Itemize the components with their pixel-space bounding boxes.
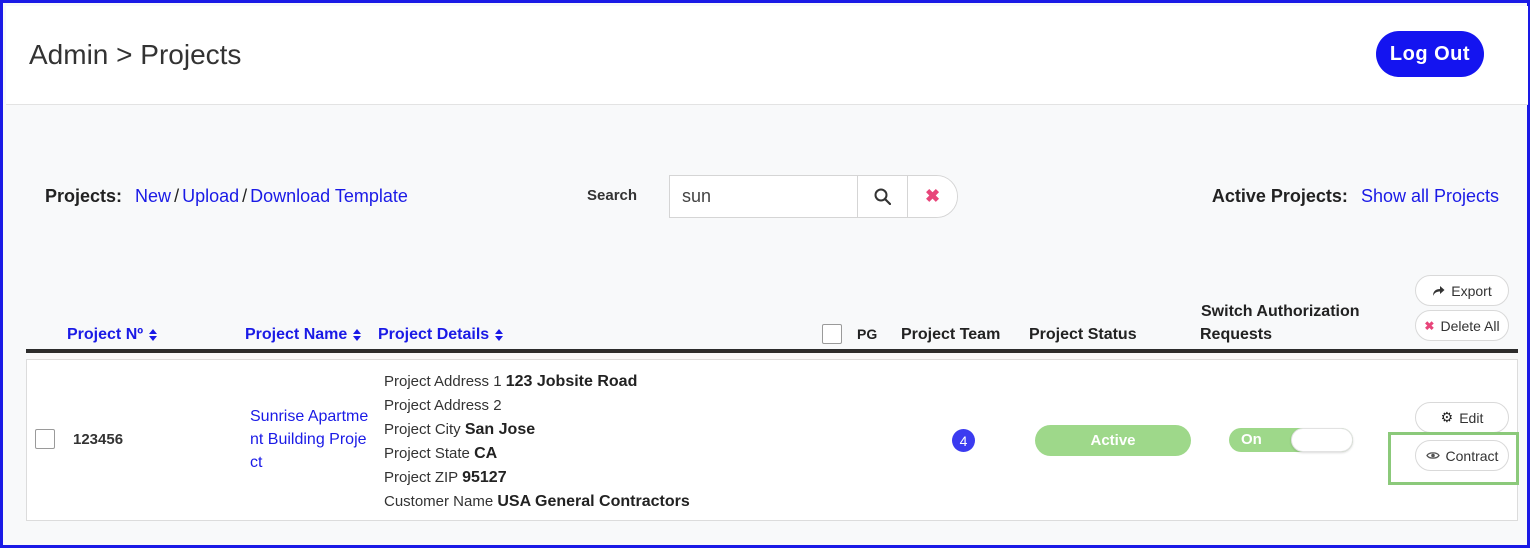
- upload-link[interactable]: Upload: [182, 186, 239, 206]
- search-button[interactable]: [858, 176, 908, 217]
- detail-value: USA General Contractors: [497, 493, 690, 510]
- logout-button[interactable]: Log Out: [1376, 31, 1484, 77]
- breadcrumb: Admin > Projects: [29, 39, 242, 70]
- clear-search-button[interactable]: ✖: [908, 176, 957, 217]
- sort-icon: [353, 328, 362, 341]
- search-label: Search: [587, 187, 638, 204]
- active-projects-label: Active Projects:: [1211, 186, 1348, 206]
- detail-zip: Project ZIP 95127: [384, 466, 690, 490]
- search-group: ✖: [669, 175, 958, 218]
- contract-label: Contract: [1445, 447, 1499, 464]
- search-input[interactable]: [670, 176, 858, 217]
- close-icon: ✖: [924, 186, 941, 206]
- switch-auth-toggle[interactable]: On: [1229, 428, 1353, 452]
- separator: /: [242, 186, 248, 206]
- project-number: 123456: [73, 431, 124, 448]
- team-count-badge[interactable]: 4: [952, 429, 975, 452]
- toggle-label: On: [1241, 431, 1262, 448]
- projects-toolbar: Projects: New / Upload / Download Template: [45, 186, 408, 207]
- col-project-details[interactable]: Project Details: [378, 326, 504, 344]
- detail-address1: Project Address 1 123 Jobsite Road: [384, 370, 690, 394]
- header-divider: [26, 349, 1518, 353]
- col-switch-auth-line2: Requests: [1200, 326, 1273, 343]
- detail-label: Project City: [384, 421, 461, 438]
- detail-value: 123 Jobsite Road: [505, 373, 638, 390]
- detail-label: Project Address 1: [384, 373, 502, 390]
- select-all-checkbox[interactable]: [822, 324, 842, 344]
- separator: /: [174, 186, 180, 206]
- status-badge[interactable]: Active: [1035, 425, 1191, 456]
- export-label: Export: [1451, 282, 1492, 299]
- sort-icon: [495, 328, 504, 341]
- download-template-link[interactable]: Download Template: [250, 186, 408, 206]
- row-checkbox[interactable]: [35, 429, 55, 449]
- close-icon: ✖: [1424, 318, 1435, 333]
- detail-customer: Customer Name USA General Contractors: [384, 490, 690, 514]
- show-all-projects-link[interactable]: Show all Projects: [1361, 186, 1499, 206]
- search-icon: [874, 188, 891, 205]
- detail-value: 95127: [462, 469, 507, 486]
- edit-button[interactable]: ⚙ Edit: [1415, 402, 1509, 433]
- delete-all-label: Delete All: [1440, 317, 1500, 334]
- detail-state: Project State CA: [384, 442, 690, 466]
- col-project-team: Project Team: [901, 326, 1001, 343]
- share-arrow-icon: [1433, 285, 1445, 296]
- detail-label: Project State: [384, 445, 470, 462]
- detail-label: Customer Name: [384, 493, 494, 510]
- project-name-link[interactable]: Sunrise Apartment Building Project: [250, 405, 372, 474]
- col-project-name-label: Project Name: [245, 326, 348, 343]
- project-details: Project Address 1 123 Jobsite Road Proje…: [384, 370, 690, 514]
- detail-city: Project City San Jose: [384, 418, 690, 442]
- active-projects-toolbar: Active Projects: Show all Projects: [1212, 186, 1499, 207]
- page-header: Admin > Projects Log Out: [6, 6, 1528, 105]
- detail-label: Project Address 2: [384, 397, 502, 414]
- col-pg: PG: [857, 326, 878, 342]
- new-project-link[interactable]: New: [135, 186, 171, 206]
- projects-label: Projects:: [45, 186, 123, 206]
- export-button[interactable]: Export: [1415, 275, 1509, 306]
- col-project-name[interactable]: Project Name: [245, 326, 362, 344]
- col-project-no[interactable]: Project Nº: [67, 326, 158, 344]
- toggle-knob: [1291, 428, 1353, 452]
- sort-icon: [149, 328, 158, 341]
- col-switch-auth-line1: Switch Authorization: [1201, 303, 1360, 320]
- eye-icon: [1425, 452, 1440, 459]
- detail-value: San Jose: [464, 421, 536, 438]
- detail-value: CA: [474, 445, 498, 462]
- edit-label: Edit: [1459, 409, 1484, 426]
- col-project-no-label: Project Nº: [67, 326, 144, 343]
- col-project-status: Project Status: [1029, 326, 1137, 343]
- detail-label: Project ZIP: [384, 469, 458, 486]
- col-project-details-label: Project Details: [378, 326, 490, 343]
- contract-button[interactable]: Contract: [1415, 440, 1509, 471]
- detail-address2: Project Address 2: [384, 394, 690, 418]
- delete-all-button[interactable]: ✖ Delete All: [1415, 310, 1509, 341]
- gear-icon: ⚙: [1440, 409, 1454, 425]
